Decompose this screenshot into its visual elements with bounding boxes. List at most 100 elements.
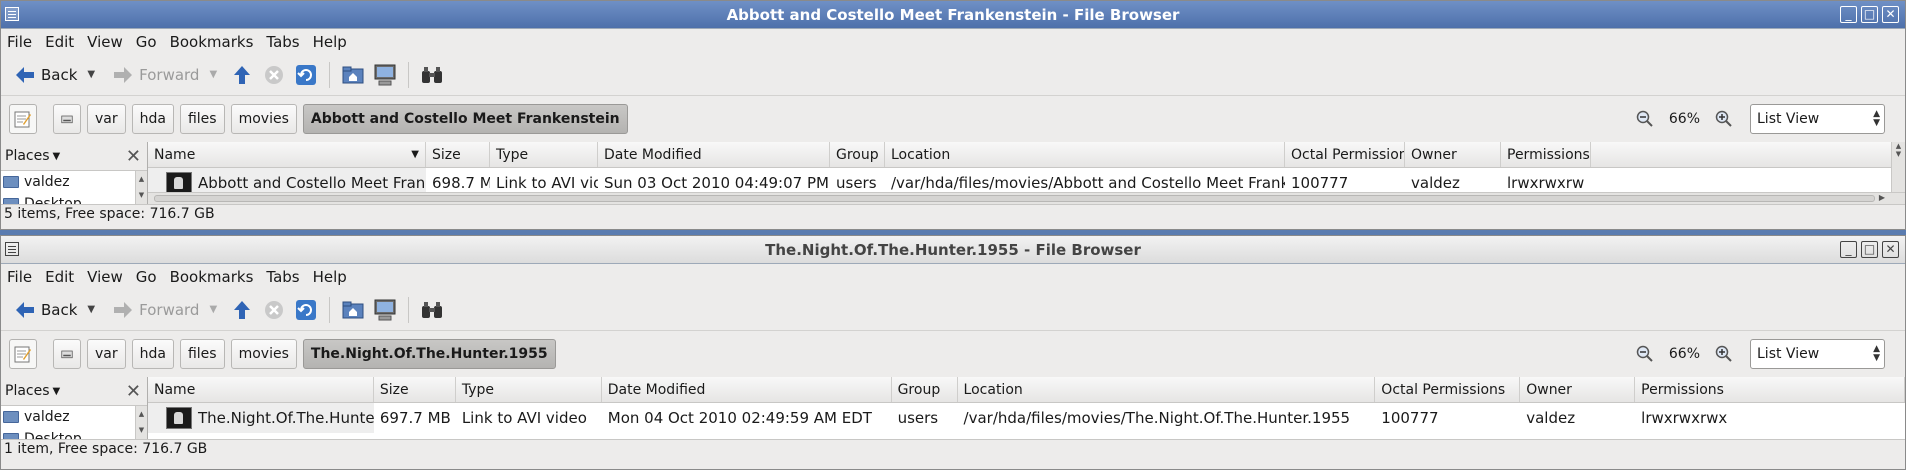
back-button[interactable]: Back ▼	[9, 59, 101, 91]
up-button[interactable]	[229, 297, 255, 323]
zoom-out-icon	[1636, 345, 1653, 362]
table-row[interactable]: The.Night.Of.The.Hunter… 697.7 MB Link t…	[148, 403, 1905, 433]
toggle-location-entry-button[interactable]	[9, 339, 37, 369]
chevron-down-icon[interactable]: ▼	[209, 69, 217, 80]
computer-button[interactable]	[372, 62, 398, 88]
home-button[interactable]	[340, 297, 366, 323]
maximize-button[interactable]: □	[1861, 6, 1878, 23]
breadcrumb-movies[interactable]: movies	[230, 339, 297, 369]
forward-button[interactable]: Forward ▼	[107, 294, 223, 326]
reload-button[interactable]	[293, 297, 319, 323]
breadcrumb-current[interactable]: Abbott and Costello Meet Frankenstein	[302, 104, 628, 134]
breadcrumb-var[interactable]: var	[87, 104, 126, 134]
menu-tabs[interactable]: Tabs	[266, 268, 299, 286]
chevron-down-icon[interactable]: ▼	[87, 69, 95, 80]
menu-edit[interactable]: Edit	[45, 33, 74, 51]
menu-help[interactable]: Help	[313, 33, 347, 51]
up-arrow-icon	[234, 300, 251, 319]
breadcrumb-var[interactable]: var	[87, 339, 126, 369]
places-item-desktop[interactable]: Desktop	[1, 428, 147, 439]
breadcrumb-hda[interactable]: hda	[131, 104, 174, 134]
column-header-owner[interactable]: Owner	[1405, 142, 1501, 167]
toggle-location-entry-button[interactable]	[9, 104, 37, 134]
titlebar[interactable]: Abbott and Costello Meet Frankenstein - …	[1, 1, 1905, 29]
breadcrumb-movies[interactable]: movies	[230, 104, 297, 134]
chevron-down-icon[interactable]: ▼	[87, 304, 95, 315]
column-header-group[interactable]: Group	[892, 377, 958, 402]
minimize-button[interactable]: _	[1840, 241, 1857, 258]
places-item-valdez[interactable]: valdez	[1, 406, 147, 428]
reload-button[interactable]	[293, 62, 319, 88]
menu-go[interactable]: Go	[136, 33, 157, 51]
menu-file[interactable]: File	[7, 268, 32, 286]
search-button[interactable]	[419, 297, 445, 323]
forward-button[interactable]: Forward ▼	[107, 59, 223, 91]
menu-go[interactable]: Go	[136, 268, 157, 286]
minimize-button[interactable]: _	[1840, 6, 1857, 23]
menu-bookmarks[interactable]: Bookmarks	[170, 33, 254, 51]
column-header-group[interactable]: Group	[830, 142, 885, 167]
vertical-scrollbar[interactable]: ▲ ▼	[1891, 142, 1905, 192]
zoom-in-button[interactable]	[1714, 344, 1734, 364]
close-icon[interactable]: ✕	[126, 146, 141, 167]
zoom-level[interactable]: 66%	[1669, 111, 1700, 127]
window-menu-icon[interactable]	[5, 7, 19, 21]
horizontal-scrollbar[interactable]: ◀▶	[148, 192, 1905, 204]
column-header-owner[interactable]: Owner	[1520, 377, 1636, 402]
column-header-date-modified[interactable]: Date Modified	[598, 142, 830, 167]
chevron-down-icon[interactable]: ▼	[209, 304, 217, 315]
up-button[interactable]	[229, 62, 255, 88]
toolbar: Back ▼ Forward ▼	[1, 289, 1905, 331]
places-item-desktop[interactable]: Desktop	[1, 193, 147, 204]
column-header-octal-permissions[interactable]: Octal Permissions	[1285, 142, 1405, 167]
close-button[interactable]: ✕	[1882, 6, 1899, 23]
back-button[interactable]: Back ▼	[9, 294, 101, 326]
stop-button[interactable]	[261, 62, 287, 88]
places-scrollbar[interactable]: ▲ ▼	[135, 406, 147, 439]
column-header-type[interactable]: Type	[490, 142, 598, 167]
search-button[interactable]	[419, 62, 445, 88]
view-mode-select[interactable]: List View ▲ ▼	[1750, 104, 1885, 134]
close-button[interactable]: ✕	[1882, 241, 1899, 258]
zoom-out-button[interactable]	[1635, 344, 1655, 364]
stop-button[interactable]	[261, 297, 287, 323]
breadcrumb-root[interactable]	[53, 104, 81, 134]
menu-bookmarks[interactable]: Bookmarks	[170, 268, 254, 286]
view-mode-select[interactable]: List View ▲ ▼	[1750, 339, 1885, 369]
column-header-permissions[interactable]: Permissions	[1635, 377, 1905, 402]
places-item-label: valdez	[24, 174, 70, 190]
zoom-out-button[interactable]	[1635, 109, 1655, 129]
close-icon[interactable]: ✕	[126, 381, 141, 402]
toolbar-separator	[329, 296, 331, 323]
breadcrumb-current[interactable]: The.Night.Of.The.Hunter.1955	[302, 339, 556, 369]
breadcrumb-files[interactable]: files	[179, 104, 225, 134]
column-header-permissions[interactable]: Permissions	[1501, 142, 1591, 167]
menu-view[interactable]: View	[87, 268, 123, 286]
column-header-size[interactable]: Size	[426, 142, 490, 167]
menu-view[interactable]: View	[87, 33, 123, 51]
column-header-location[interactable]: Location	[885, 142, 1285, 167]
menu-edit[interactable]: Edit	[45, 268, 74, 286]
column-header-type[interactable]: Type	[456, 377, 602, 402]
menu-help[interactable]: Help	[313, 268, 347, 286]
window-menu-icon[interactable]	[5, 242, 19, 256]
menu-tabs[interactable]: Tabs	[266, 33, 299, 51]
breadcrumb-files[interactable]: files	[179, 339, 225, 369]
menu-file[interactable]: File	[7, 33, 32, 51]
home-button[interactable]	[340, 62, 366, 88]
column-header-date-modified[interactable]: Date Modified	[602, 377, 892, 402]
column-header-name[interactable]: Name	[148, 377, 374, 402]
zoom-in-button[interactable]	[1714, 109, 1734, 129]
column-header-octal-permissions[interactable]: Octal Permissions	[1375, 377, 1521, 402]
column-header-location[interactable]: Location	[958, 377, 1376, 402]
breadcrumb-root[interactable]	[53, 339, 81, 369]
column-header-name[interactable]: Name ▼	[148, 142, 426, 167]
breadcrumb-hda[interactable]: hda	[131, 339, 174, 369]
maximize-button[interactable]: □	[1861, 241, 1878, 258]
places-scrollbar[interactable]: ▲ ▼	[135, 171, 147, 204]
column-header-size[interactable]: Size	[374, 377, 456, 402]
titlebar[interactable]: The.Night.Of.The.Hunter.1955 - File Brow…	[1, 236, 1905, 264]
computer-button[interactable]	[372, 297, 398, 323]
zoom-level[interactable]: 66%	[1669, 346, 1700, 362]
places-item-valdez[interactable]: valdez	[1, 171, 147, 193]
